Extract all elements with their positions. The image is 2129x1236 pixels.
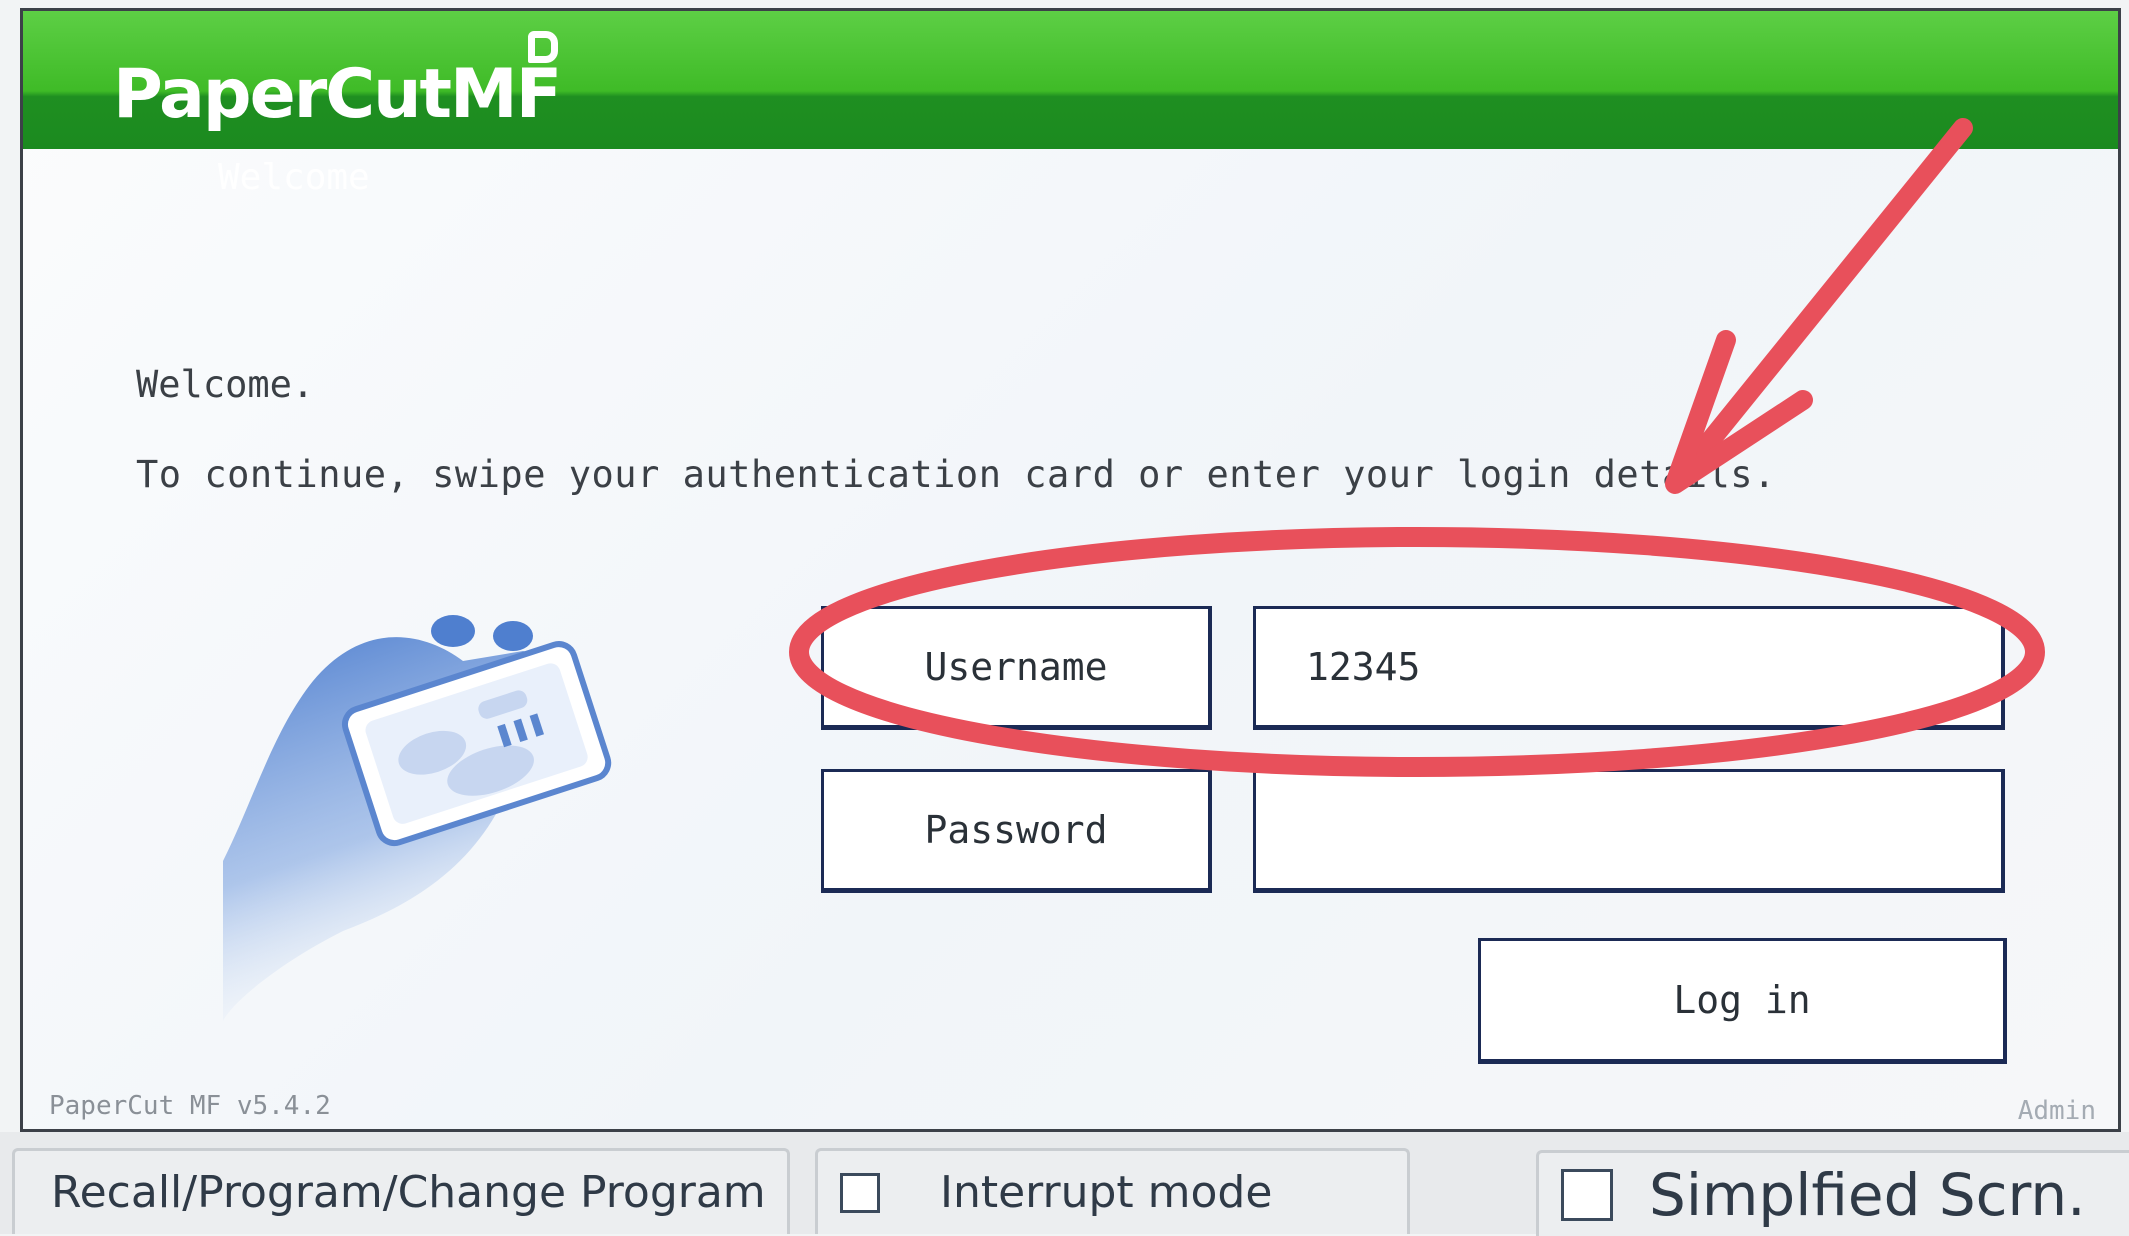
interrupt-mode-button[interactable]: Interrupt mode: [815, 1148, 1410, 1234]
password-label[interactable]: Password: [821, 769, 1212, 893]
recall-program-button[interactable]: Recall/Program/Change Program: [12, 1148, 790, 1234]
checkbox-icon: [840, 1172, 880, 1213]
simplified-screen-label: Simplfied Scrn.: [1649, 1160, 2086, 1229]
login-button[interactable]: Log in: [1478, 938, 2007, 1064]
header-bar: PaperCutMF: [23, 11, 2118, 149]
header-subtitle: Welcome: [218, 157, 370, 198]
instruction-text: To continue, swipe your authentication c…: [136, 453, 1776, 496]
papercut-logo: PaperCutMF: [113, 55, 562, 134]
interrupt-mode-label: Interrupt mode: [940, 1167, 1273, 1218]
papercut-screen: PaperCutMF Welcome Welcome. To continue,…: [20, 8, 2121, 1132]
hand-card-illustration: [223, 615, 612, 1021]
recall-program-label: Recall/Program/Change Program: [51, 1167, 766, 1218]
admin-link[interactable]: Admin: [2018, 1096, 2096, 1126]
password-field[interactable]: [1253, 769, 2005, 893]
welcome-text: Welcome.: [136, 363, 315, 406]
papercut-p-icon: [528, 31, 558, 63]
username-label[interactable]: Username: [821, 606, 1212, 730]
simplified-screen-button[interactable]: Simplfied Scrn.: [1536, 1150, 2129, 1236]
version-text: PaperCut MF v5.4.2: [49, 1091, 331, 1121]
username-field[interactable]: 12345: [1253, 606, 2005, 730]
checkbox-icon: [1561, 1168, 1613, 1221]
